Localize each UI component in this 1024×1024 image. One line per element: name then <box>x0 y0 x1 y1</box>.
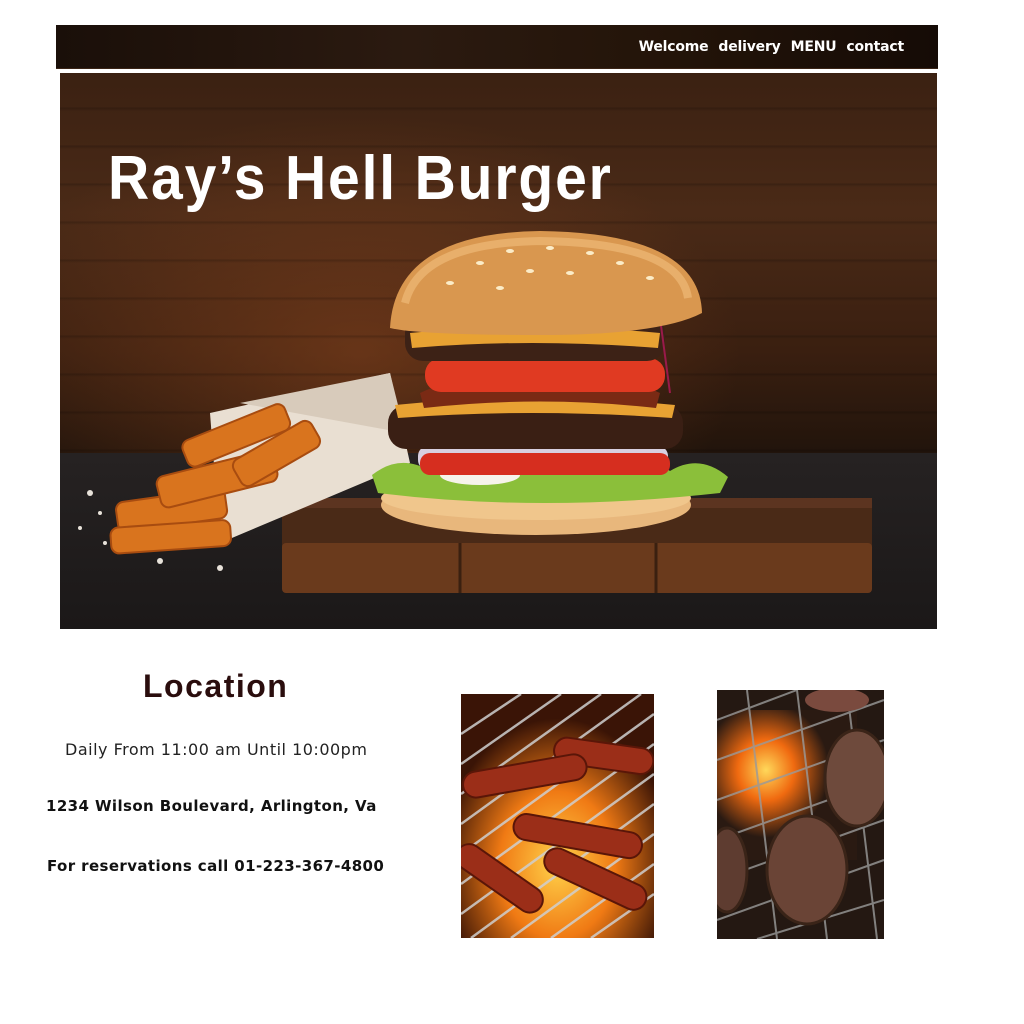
nav-link-menu[interactable]: MENU <box>791 39 837 55</box>
patties-grill-photo <box>717 690 884 939</box>
reservation-phone: For reservations call 01-223-367-4800 <box>47 857 385 875</box>
address: 1234 Wilson Boulevard, Arlington, Va <box>46 797 377 815</box>
nav-link-contact[interactable]: contact <box>846 39 904 55</box>
sausages-grill-photo <box>461 694 654 938</box>
main-nav: Welcome delivery MENU contact <box>639 25 905 69</box>
page-title: Ray’s Hell Burger <box>108 144 613 213</box>
nav-divider <box>56 69 938 71</box>
top-nav-bar: Welcome delivery MENU contact <box>56 25 938 69</box>
hero-banner: Ray’s Hell Burger <box>60 73 937 629</box>
nav-link-delivery[interactable]: delivery <box>718 39 780 55</box>
opening-hours: Daily From 11:00 am Until 10:00pm <box>65 740 368 759</box>
page: Welcome delivery MENU contact Ray’s Hell… <box>0 0 1024 1024</box>
location-heading: Location <box>143 668 289 704</box>
nav-link-welcome[interactable]: Welcome <box>639 39 709 55</box>
